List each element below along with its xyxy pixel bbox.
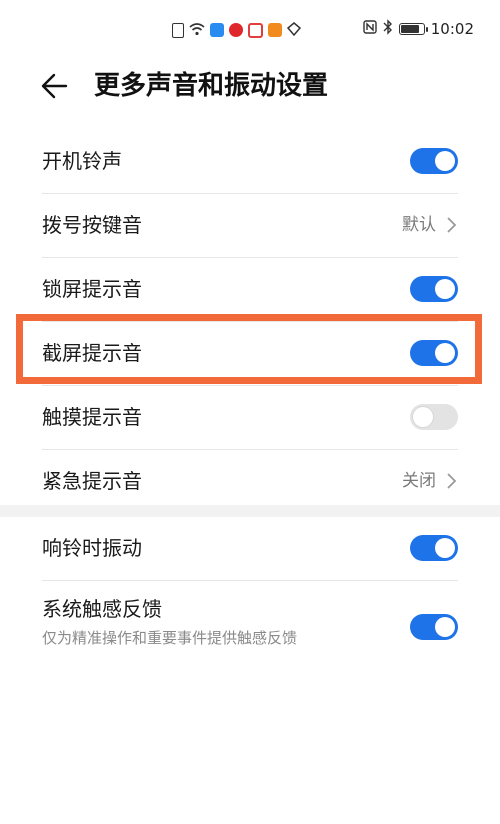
diamond-icon (286, 21, 302, 40)
sim-alert-icon (172, 22, 184, 38)
huawei-icon (229, 23, 243, 37)
ring-vibrate-toggle[interactable] (410, 535, 458, 561)
chevron-right-icon (447, 473, 457, 489)
setting-row-touch-sound[interactable]: 触摸提示音 (42, 386, 458, 450)
battery-icon (398, 23, 428, 35)
highlight-box (16, 314, 482, 384)
setting-row-lockscreen-sound[interactable]: 锁屏提示音 (42, 258, 458, 322)
setting-row-ring-vibrate[interactable]: 响铃时振动 (42, 517, 458, 581)
video-icon (268, 23, 282, 37)
bluetooth-icon (383, 19, 393, 39)
notification-icons (172, 20, 302, 40)
setting-value: 关闭 (402, 471, 436, 491)
wifi-icon (189, 21, 205, 40)
app-header: 更多声音和振动设置 (0, 56, 500, 116)
vibration-settings-list: 响铃时振动 系统触感反馈 仅为精准操作和重要事件提供触感反馈 (0, 516, 500, 671)
setting-description: 仅为精准操作和重要事件提供触感反馈 (42, 629, 298, 647)
setting-row-emergency-sound[interactable]: 紧急提示音 关闭 (42, 450, 458, 513)
lockscreen-sound-toggle[interactable] (410, 276, 458, 302)
status-right: 10:02 (363, 19, 474, 39)
setting-label: 锁屏提示音 (42, 277, 142, 301)
setting-label: 触摸提示音 (42, 405, 142, 429)
setting-row-haptic-feedback[interactable]: 系统触感反馈 仅为精准操作和重要事件提供触感反馈 (42, 581, 458, 671)
app-icon (248, 22, 263, 38)
setting-row-dial-tone[interactable]: 拨号按键音 默认 (42, 194, 458, 258)
clock: 10:02 (430, 20, 474, 38)
status-bar: 10:02 (0, 0, 500, 56)
boot-ringtone-toggle[interactable] (410, 148, 458, 174)
nfc-icon (363, 20, 377, 38)
cloud-icon (210, 23, 224, 37)
setting-value: 默认 (402, 215, 436, 235)
setting-label: 系统触感反馈 (42, 597, 162, 621)
back-arrow-icon (41, 73, 68, 99)
setting-label: 拨号按键音 (42, 213, 142, 237)
setting-label: 开机铃声 (42, 149, 122, 173)
touch-sound-toggle[interactable] (410, 404, 458, 430)
setting-row-boot-ringtone[interactable]: 开机铃声 (42, 130, 458, 194)
page-title: 更多声音和振动设置 (94, 71, 329, 101)
chevron-right-icon (447, 217, 457, 233)
haptic-feedback-toggle[interactable] (410, 614, 458, 640)
back-button[interactable] (36, 66, 76, 106)
setting-label: 紧急提示音 (42, 469, 142, 493)
setting-label: 响铃时振动 (42, 536, 142, 560)
